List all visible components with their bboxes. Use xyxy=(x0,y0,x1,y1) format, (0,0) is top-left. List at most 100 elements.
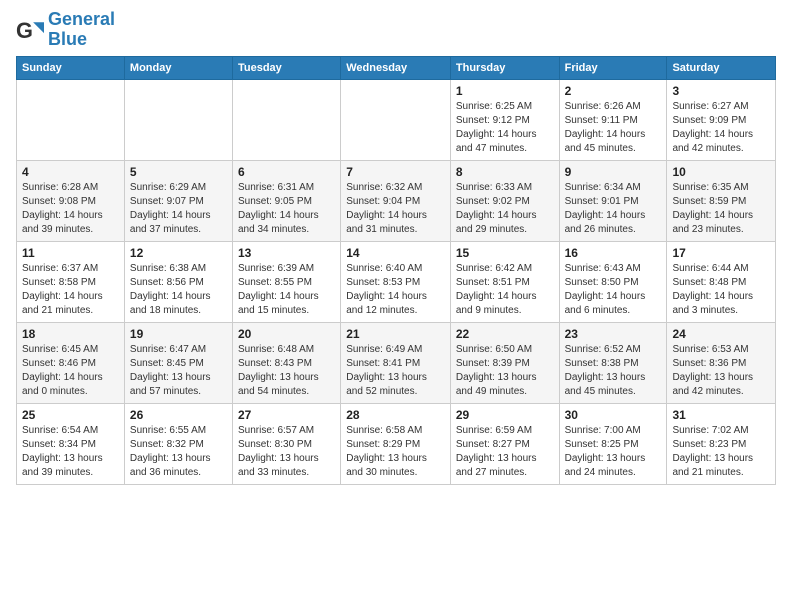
day-number: 16 xyxy=(565,246,662,260)
day-number: 6 xyxy=(238,165,335,179)
calendar-cell: 28Sunrise: 6:58 AMSunset: 8:29 PMDayligh… xyxy=(341,403,451,484)
day-info: Sunrise: 6:31 AMSunset: 9:05 PMDaylight:… xyxy=(238,181,335,237)
calendar-cell: 1 Sunrise: 6:25 AMSunset: 9:12 PMDaylight… xyxy=(450,79,559,160)
day-number: 10 xyxy=(672,165,770,179)
day-number: 1 xyxy=(456,84,554,98)
day-info: Sunrise: 6:38 AMSunset: 8:56 PMDaylight:… xyxy=(130,262,227,318)
calendar-cell: 21 Sunrise: 6:49 AMSunset: 8:41 PMDayligh… xyxy=(341,322,451,403)
day-number: 20 xyxy=(238,327,335,341)
day-info: Sunrise: 6:52 AMSunset: 8:38 PMDaylight:… xyxy=(565,343,662,399)
day-number: 9 xyxy=(565,165,662,179)
calendar-cell: 15 Sunrise: 6:42 AMSunset: 8:51 PMDayligh… xyxy=(450,241,559,322)
calendar-cell: 17 Sunrise: 6:44 AMSunset: 8:48 PMDayligh… xyxy=(667,241,776,322)
week-row-1: 1 Sunrise: 6:25 AMSunset: 9:12 PMDaylight… xyxy=(17,79,776,160)
day-number: 12 xyxy=(130,246,227,260)
svg-text:G: G xyxy=(16,18,33,43)
weekday-header-tuesday: Tuesday xyxy=(232,56,340,79)
calendar-cell: 12 Sunrise: 6:38 AMSunset: 8:56 PMDayligh… xyxy=(124,241,232,322)
day-number: 8 xyxy=(456,165,554,179)
day-number: 22 xyxy=(456,327,554,341)
calendar-cell: 25Sunrise: 6:54 AMSunset: 8:34 PMDayligh… xyxy=(17,403,125,484)
day-number: 31 xyxy=(672,408,770,422)
calendar-cell: 20 Sunrise: 6:48 AMSunset: 8:43 PMDayligh… xyxy=(232,322,340,403)
day-info: Sunrise: 6:55 AMSunset: 8:32 PMDaylight:… xyxy=(130,424,227,480)
calendar-cell: 30Sunrise: 7:00 AMSunset: 8:25 PMDayligh… xyxy=(559,403,667,484)
logo-text: General Blue xyxy=(48,10,115,50)
logo-icon: G xyxy=(16,16,44,44)
day-number: 2 xyxy=(565,84,662,98)
calendar-cell: 11Sunrise: 6:37 AMSunset: 8:58 PMDayligh… xyxy=(17,241,125,322)
calendar-cell: 6 Sunrise: 6:31 AMSunset: 9:05 PMDaylight… xyxy=(232,160,340,241)
day-number: 3 xyxy=(672,84,770,98)
header: G General Blue xyxy=(16,10,776,50)
day-number: 19 xyxy=(130,327,227,341)
calendar-cell: 22 Sunrise: 6:50 AMSunset: 8:39 PMDayligh… xyxy=(450,322,559,403)
day-number: 26 xyxy=(130,408,227,422)
day-info: Sunrise: 6:26 AMSunset: 9:11 PMDaylight:… xyxy=(565,100,662,156)
day-info: Sunrise: 6:42 AMSunset: 8:51 PMDaylight:… xyxy=(456,262,554,318)
day-info: Sunrise: 6:47 AMSunset: 8:45 PMDaylight:… xyxy=(130,343,227,399)
calendar-cell: 23 Sunrise: 6:52 AMSunset: 8:38 PMDayligh… xyxy=(559,322,667,403)
calendar-cell: 5Sunrise: 6:29 AMSunset: 9:07 PMDaylight… xyxy=(124,160,232,241)
calendar-cell: 27Sunrise: 6:57 AMSunset: 8:30 PMDayligh… xyxy=(232,403,340,484)
logo-general: General xyxy=(48,9,115,29)
day-info: Sunrise: 6:34 AMSunset: 9:01 PMDaylight:… xyxy=(565,181,662,237)
day-number: 29 xyxy=(456,408,554,422)
logo-blue: Blue xyxy=(48,29,87,49)
day-number: 23 xyxy=(565,327,662,341)
day-info: Sunrise: 6:32 AMSunset: 9:04 PMDaylight:… xyxy=(346,181,445,237)
calendar-cell xyxy=(232,79,340,160)
calendar-cell: 14 Sunrise: 6:40 AMSunset: 8:53 PMDayligh… xyxy=(341,241,451,322)
calendar-cell: 3 Sunrise: 6:27 AMSunset: 9:09 PMDaylight… xyxy=(667,79,776,160)
calendar-cell: 29 Sunrise: 6:59 AMSunset: 8:27 PMDayligh… xyxy=(450,403,559,484)
day-info: Sunrise: 6:40 AMSunset: 8:53 PMDaylight:… xyxy=(346,262,445,318)
day-info: Sunrise: 6:25 AMSunset: 9:12 PMDaylight:… xyxy=(456,100,554,156)
week-row-4: 18 Sunrise: 6:45 AMSunset: 8:46 PMDayligh… xyxy=(17,322,776,403)
day-info: Sunrise: 6:53 AMSunset: 8:36 PMDaylight:… xyxy=(672,343,770,399)
calendar-cell: 10 Sunrise: 6:35 AMSunset: 8:59 PMDayligh… xyxy=(667,160,776,241)
week-row-3: 11Sunrise: 6:37 AMSunset: 8:58 PMDayligh… xyxy=(17,241,776,322)
day-info: Sunrise: 6:59 AMSunset: 8:27 PMDaylight:… xyxy=(456,424,554,480)
calendar-cell xyxy=(341,79,451,160)
day-number: 24 xyxy=(672,327,770,341)
calendar-cell: 26 Sunrise: 6:55 AMSunset: 8:32 PMDayligh… xyxy=(124,403,232,484)
page: G General Blue SundayMondayTuesdayWednes… xyxy=(0,0,792,612)
day-number: 7 xyxy=(346,165,445,179)
day-info: Sunrise: 6:37 AMSunset: 8:58 PMDaylight:… xyxy=(22,262,119,318)
week-row-5: 25Sunrise: 6:54 AMSunset: 8:34 PMDayligh… xyxy=(17,403,776,484)
logo: G General Blue xyxy=(16,10,115,50)
day-info: Sunrise: 6:48 AMSunset: 8:43 PMDaylight:… xyxy=(238,343,335,399)
calendar-cell: 16 Sunrise: 6:43 AMSunset: 8:50 PMDayligh… xyxy=(559,241,667,322)
day-number: 21 xyxy=(346,327,445,341)
day-number: 30 xyxy=(565,408,662,422)
calendar-cell: 13 Sunrise: 6:39 AMSunset: 8:55 PMDayligh… xyxy=(232,241,340,322)
day-info: Sunrise: 6:35 AMSunset: 8:59 PMDaylight:… xyxy=(672,181,770,237)
day-number: 15 xyxy=(456,246,554,260)
day-number: 14 xyxy=(346,246,445,260)
calendar-cell xyxy=(124,79,232,160)
day-info: Sunrise: 6:43 AMSunset: 8:50 PMDaylight:… xyxy=(565,262,662,318)
calendar-cell: 7 Sunrise: 6:32 AMSunset: 9:04 PMDaylight… xyxy=(341,160,451,241)
day-info: Sunrise: 6:28 AMSunset: 9:08 PMDaylight:… xyxy=(22,181,119,237)
day-info: Sunrise: 6:44 AMSunset: 8:48 PMDaylight:… xyxy=(672,262,770,318)
day-info: Sunrise: 6:45 AMSunset: 8:46 PMDaylight:… xyxy=(22,343,119,399)
day-info: Sunrise: 6:49 AMSunset: 8:41 PMDaylight:… xyxy=(346,343,445,399)
weekday-header-sunday: Sunday xyxy=(17,56,125,79)
day-number: 5 xyxy=(130,165,227,179)
day-info: Sunrise: 6:39 AMSunset: 8:55 PMDaylight:… xyxy=(238,262,335,318)
day-info: Sunrise: 6:33 AMSunset: 9:02 PMDaylight:… xyxy=(456,181,554,237)
day-info: Sunrise: 6:27 AMSunset: 9:09 PMDaylight:… xyxy=(672,100,770,156)
calendar-cell: 4Sunrise: 6:28 AMSunset: 9:08 PMDaylight… xyxy=(17,160,125,241)
day-number: 13 xyxy=(238,246,335,260)
day-number: 27 xyxy=(238,408,335,422)
day-info: Sunrise: 7:02 AMSunset: 8:23 PMDaylight:… xyxy=(672,424,770,480)
day-number: 18 xyxy=(22,327,119,341)
day-info: Sunrise: 6:50 AMSunset: 8:39 PMDaylight:… xyxy=(456,343,554,399)
weekday-header-row: SundayMondayTuesdayWednesdayThursdayFrid… xyxy=(17,56,776,79)
week-row-2: 4Sunrise: 6:28 AMSunset: 9:08 PMDaylight… xyxy=(17,160,776,241)
calendar-cell: 24 Sunrise: 6:53 AMSunset: 8:36 PMDayligh… xyxy=(667,322,776,403)
day-info: Sunrise: 6:58 AMSunset: 8:29 PMDaylight:… xyxy=(346,424,445,480)
calendar-cell: 2 Sunrise: 6:26 AMSunset: 9:11 PMDaylight… xyxy=(559,79,667,160)
calendar-cell: 9 Sunrise: 6:34 AMSunset: 9:01 PMDaylight… xyxy=(559,160,667,241)
day-number: 17 xyxy=(672,246,770,260)
